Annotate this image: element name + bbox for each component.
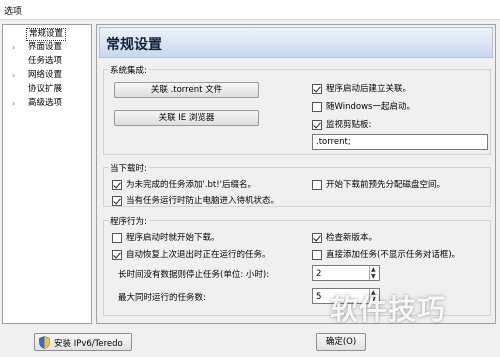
spinner-value[interactable]: 2 — [316, 269, 321, 279]
ok-button[interactable]: 确定(O) — [316, 333, 366, 351]
expand-icon[interactable]: › — [12, 69, 20, 82]
tree-item-label: 常规设置 — [26, 28, 67, 41]
group-label: 当下载时: — [108, 162, 149, 174]
expand-icon[interactable]: › — [12, 97, 20, 110]
tree-item-label: 界面设置 — [28, 42, 63, 52]
idle-stop-label: 长时间没有数据则停止任务(单位: 小时): — [118, 270, 270, 280]
install-ipv6-button[interactable]: 安装 IPv6/Teredo — [34, 333, 132, 351]
checkbox-label: 当有任务运行时防止电脑进入待机状态。 — [126, 196, 280, 206]
checkbox-label: 自动恢复上次退出时正在运行的任务。 — [126, 250, 271, 260]
shield-icon — [39, 336, 50, 352]
spinner-value[interactable]: 5 — [316, 292, 321, 302]
checkbox-label: 检查新版本。 — [326, 233, 378, 243]
system-integration-group: 系统集成: 关联 .torrent 文件 关联 IE 浏览器 程序启动后建立关联… — [103, 64, 491, 155]
panel-header: 常规设置 — [99, 27, 493, 58]
checkbox-box[interactable] — [112, 233, 122, 243]
options-tree: 常规设置 › 界面设置 任务选项 › 网络设置 协议扩展 › 高级选项 — [2, 24, 92, 324]
checkbox-box[interactable] — [312, 84, 322, 94]
group-label: 系统集成: — [108, 64, 149, 76]
checkbox-box[interactable] — [112, 250, 122, 260]
checkbox-box[interactable] — [312, 102, 322, 112]
max-tasks-label: 最大同时运行的任务数: — [118, 293, 206, 303]
checkbox-label: 程序启动后建立关联。 — [326, 84, 412, 94]
assoc-torrent-button[interactable]: 关联 .torrent 文件 — [114, 82, 259, 98]
checkbox-box[interactable] — [112, 196, 122, 206]
clipboard-extensions-input[interactable]: .torrent; — [312, 134, 488, 150]
tree-item-label: 协议扩展 — [28, 84, 63, 94]
tree-item-label: 任务选项 — [28, 56, 63, 66]
checkbox-label: 监视剪贴板: — [326, 120, 372, 130]
checkbox-label: 直接添加任务(不显示任务对话框)。 — [326, 250, 461, 260]
spinner-arrows[interactable]: ▲ ▼ — [369, 266, 379, 280]
tree-item-label: 网络设置 — [28, 70, 63, 80]
install-ipv6-label: 安装 IPv6/Teredo — [54, 339, 123, 349]
checkbox-box[interactable] — [312, 250, 322, 260]
page-title: 常规设置 — [106, 37, 162, 53]
spin-down-icon[interactable]: ▼ — [371, 274, 376, 280]
checkbox-label: 随Windows一起启动。 — [326, 102, 415, 112]
tree-item-label: 高级选项 — [28, 98, 63, 108]
checkbox-box[interactable] — [312, 180, 322, 190]
checkbox-box[interactable] — [312, 233, 322, 243]
assoc-ie-button[interactable]: 关联 IE 浏览器 — [114, 110, 259, 126]
watermark: 软件技巧 — [330, 293, 447, 326]
expand-icon[interactable]: › — [12, 41, 20, 54]
idle-stop-spinner[interactable]: 2 ▲ ▼ — [312, 265, 380, 281]
checkbox-box[interactable] — [112, 180, 122, 190]
checkbox-box[interactable] — [312, 120, 322, 130]
download-group: 当下载时: 为未完成的任务添加'.bt!'后缀名。 开始下载前预先分配磁盘空间。… — [103, 162, 491, 207]
checkbox-label: 为未完成的任务添加'.bt!'后缀名。 — [126, 180, 257, 190]
group-label: 程序行为: — [108, 215, 149, 227]
checkbox-label: 程序启动时就开始下载。 — [126, 233, 220, 243]
title-bar: 选项 — [0, 0, 500, 20]
settings-panel: 常规设置 系统集成: 关联 .torrent 文件 关联 IE 浏览器 程序启动… — [96, 24, 496, 324]
window-title: 选项 — [4, 7, 23, 17]
checkbox-label: 开始下载前预先分配磁盘空间。 — [326, 180, 446, 190]
